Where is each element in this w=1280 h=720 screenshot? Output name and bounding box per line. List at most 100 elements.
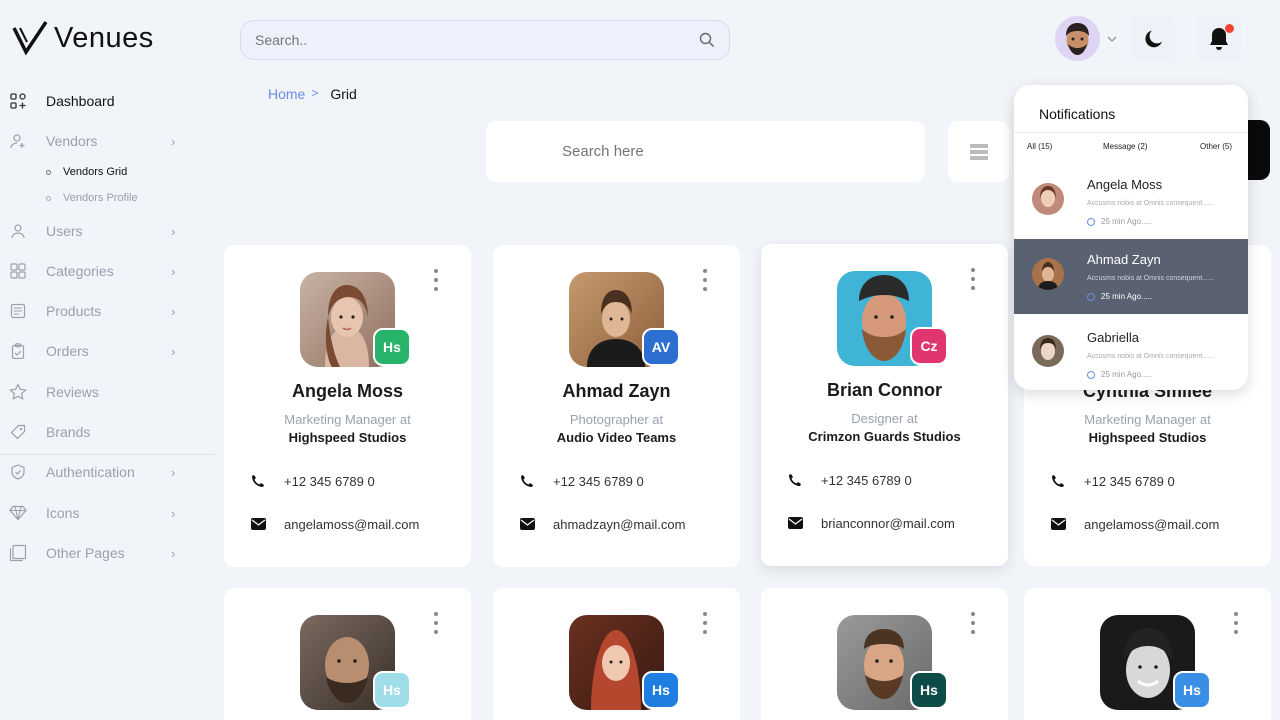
sidebar-item-orders[interactable]: Orders › [0, 336, 215, 366]
bullet-icon [46, 195, 51, 201]
sidebar-item-other-pages[interactable]: Other Pages › [0, 538, 215, 568]
more-options-icon[interactable] [969, 612, 977, 634]
vendor-role: Marketing Manager at [1084, 412, 1211, 427]
vendor-search-bar[interactable] [486, 121, 925, 182]
avatar [1032, 335, 1064, 367]
company-badge: Hs [642, 671, 680, 709]
tab-all[interactable]: All (15) [1027, 142, 1052, 151]
shield-icon [9, 463, 27, 481]
sidebar-item-label: Other Pages [46, 545, 125, 561]
vendor-name: Brian Connor [827, 380, 942, 400]
sidebar-item-label: Authentication [46, 464, 135, 480]
more-options-icon[interactable] [432, 612, 440, 634]
vendor-email[interactable]: angelamoss@mail.com [1084, 517, 1219, 532]
more-options-icon[interactable] [432, 269, 440, 291]
vendor-card[interactable]: Cz Brian Connor Designer at Crimzon Guar… [761, 244, 1008, 566]
more-options-icon[interactable] [969, 268, 977, 290]
brand-logo[interactable]: Venues [12, 20, 154, 56]
sidebar-item-products[interactable]: Products › [0, 296, 215, 326]
notifications-title: Notifications [1039, 106, 1116, 122]
chevron-right-icon: › [171, 343, 176, 359]
more-options-icon[interactable] [1232, 612, 1240, 634]
user-plus-icon [9, 132, 27, 150]
vendor-email-row: ahmadzayn@mail.com [519, 516, 685, 532]
pages-icon [9, 544, 27, 562]
venues-logo-icon [12, 21, 48, 56]
sidebar-item-reviews[interactable]: Reviews [0, 377, 215, 407]
sidebar-subitem-vendors-profile[interactable]: Vendors Profile [46, 192, 138, 204]
clipboard-icon [9, 342, 27, 360]
breadcrumb-home-link[interactable]: Home [268, 86, 305, 102]
search-icon[interactable] [699, 32, 715, 48]
notification-item[interactable]: Gabriella Accusms nobis at Omnis consequ… [1014, 314, 1248, 389]
vendor-phone-row: +12 345 6789 0 [250, 473, 375, 489]
more-options-icon[interactable] [701, 612, 709, 634]
vendor-search-input[interactable] [562, 143, 862, 160]
vendor-phone-row: +12 345 6789 0 [1050, 473, 1175, 489]
vendor-card[interactable]: AV Ahmad Zayn Photographer at Audio Vide… [493, 245, 740, 567]
sidebar-item-vendors[interactable]: Vendors › [0, 126, 215, 156]
notification-time: 25 min Ago..... [1087, 217, 1152, 226]
moon-icon [1144, 30, 1162, 47]
notifications-button[interactable] [1196, 16, 1241, 61]
chevron-right-icon: › [171, 223, 176, 239]
avatar[interactable] [1055, 16, 1100, 61]
header-search-bar[interactable] [240, 20, 730, 60]
sidebar-item-label: Products [46, 303, 102, 319]
notification-sender: Gabriella [1087, 330, 1140, 345]
brand-name: Venues [54, 21, 154, 54]
user-icon [9, 222, 27, 240]
box-icon [9, 302, 27, 320]
vendor-card[interactable]: Hs [224, 588, 471, 720]
sidebar-item-brands[interactable]: Brands [0, 417, 215, 447]
star-icon [9, 383, 27, 401]
profile-menu[interactable] [1055, 16, 1118, 61]
tab-other[interactable]: Other (5) [1200, 142, 1232, 151]
clock-icon [1087, 217, 1095, 226]
notification-time: 25 min Ago..... [1087, 370, 1152, 379]
vendor-email[interactable]: angelamoss@mail.com [284, 517, 419, 532]
sidebar-item-label: Categories [46, 263, 114, 279]
notification-sender: Angela Moss [1087, 177, 1163, 192]
notification-message: Accusms nobis at Omnis consequent...... [1087, 275, 1214, 282]
vendor-email[interactable]: ahmadzayn@mail.com [553, 517, 685, 532]
vendor-card[interactable]: Hs [761, 588, 1008, 720]
sidebar-item-authentication[interactable]: Authentication › [0, 457, 215, 487]
sidebar-item-label: Icons [46, 505, 80, 521]
notification-item[interactable]: Angela Moss Accusms nobis at Omnis conse… [1014, 164, 1248, 239]
sidebar-item-label: Orders [46, 343, 89, 359]
sidebar-item-label: Dashboard [46, 93, 115, 109]
chevron-down-icon[interactable] [1106, 33, 1118, 45]
notification-item[interactable]: Ahmad Zayn Accusms nobis at Omnis conseq… [1014, 239, 1248, 314]
dark-mode-toggle[interactable] [1131, 16, 1176, 61]
phone-icon [250, 473, 266, 489]
tab-message[interactable]: Message (2) [1103, 142, 1147, 151]
more-options-icon[interactable] [701, 269, 709, 291]
vendor-company: Highspeed Studios [1088, 430, 1207, 445]
vendor-card[interactable]: Hs [493, 588, 740, 720]
sidebar-item-categories[interactable]: Categories › [0, 256, 215, 286]
vendor-card[interactable]: Hs [1024, 588, 1271, 720]
list-view-button[interactable] [948, 121, 1009, 182]
subitem-label: Vendors Grid [63, 166, 128, 178]
vendor-email-row: brianconnor@mail.com [787, 515, 955, 531]
bullet-icon [46, 169, 51, 175]
vendor-phone-row: +12 345 6789 0 [519, 473, 644, 489]
mail-icon [787, 515, 803, 531]
notification-time: 25 min Ago..... [1087, 292, 1152, 301]
notifications-divider [1014, 132, 1248, 133]
vendor-role: Designer at [851, 411, 918, 426]
mail-icon [250, 516, 266, 532]
company-badge: Cz [910, 327, 948, 365]
vendor-company: Highspeed Studios [288, 430, 407, 445]
vendor-email[interactable]: brianconnor@mail.com [821, 516, 955, 531]
sidebar-item-dashboard[interactable]: Dashboard [0, 86, 215, 116]
mail-icon [519, 516, 535, 532]
sidebar-subitem-vendors-grid[interactable]: Vendors Grid [46, 166, 127, 178]
sidebar-item-users[interactable]: Users › [0, 216, 215, 246]
company-badge: Hs [1173, 671, 1211, 709]
sidebar-item-icons[interactable]: Icons › [0, 498, 215, 528]
company-badge: Hs [373, 328, 411, 366]
vendor-card[interactable]: Hs Angela Moss Marketing Manager at High… [224, 245, 471, 567]
header-search-input[interactable] [255, 32, 699, 48]
